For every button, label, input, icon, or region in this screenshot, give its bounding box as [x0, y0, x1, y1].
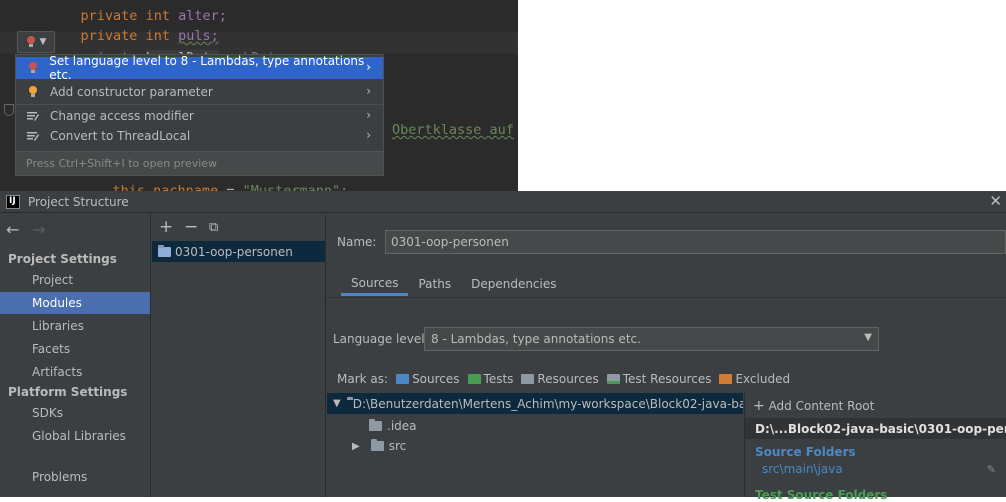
dialog-title: Project Structure: [28, 194, 129, 209]
mark-test-resources-button[interactable]: Test Resources: [606, 372, 711, 386]
language-level-select[interactable]: 8 - Lambdas, type annotations etc. ▼: [424, 327, 879, 351]
chevron-right-icon: ▶: [352, 440, 360, 452]
mark-resources-button[interactable]: Resources: [521, 372, 599, 386]
folder-icon: [370, 439, 384, 451]
sources-folder-icon: [396, 374, 410, 384]
test-source-folders-header: Test Source Folders: [755, 488, 888, 502]
chevron-right-icon: ›: [366, 108, 371, 122]
chevron-right-icon: ›: [366, 60, 371, 74]
folder-icon: [369, 419, 382, 431]
intention-bulb-button[interactable]: ▼: [17, 31, 55, 53]
popup-footer-hint: Press Ctrl+Shift+I to open preview: [16, 151, 383, 175]
module-item[interactable]: 0301-oop-personen: [152, 241, 325, 262]
sidebar-item-facets[interactable]: Facets: [0, 338, 150, 360]
forward-arrow-icon[interactable]: →: [32, 220, 45, 239]
popup-item-convert-threadlocal[interactable]: Convert to ThreadLocal ›: [16, 125, 383, 147]
fold-icon[interactable]: [4, 104, 14, 116]
dialog-titlebar: IJ Project Structure ✕: [0, 191, 1006, 213]
comment-text: Obertklasse auf: [392, 122, 514, 138]
settings-sidebar: ← → Project Settings Project Modules Lib…: [0, 214, 151, 497]
tab-divider: [327, 297, 1006, 298]
mark-tests-button[interactable]: Tests: [467, 372, 513, 386]
mark-excluded-button[interactable]: Excluded: [719, 372, 790, 386]
edit-pencil-icon[interactable]: ✎: [987, 463, 996, 476]
sidebar-item-libraries[interactable]: Libraries: [0, 315, 150, 337]
tree-item-idea[interactable]: .idea: [369, 416, 417, 436]
bulb-red-icon: [16, 61, 49, 75]
popup-item-add-constructor-parameter[interactable]: Add constructor parameter ›: [16, 81, 383, 103]
tab-paths[interactable]: Paths: [408, 272, 461, 296]
name-input[interactable]: [385, 230, 1006, 254]
edit-icon: [16, 131, 50, 141]
source-tree: ▼ D:\Benutzerdaten\Mertens_Achim\my-work…: [327, 393, 743, 497]
source-folder-path: src\main\java: [762, 462, 843, 476]
copy-icon[interactable]: ⧉: [209, 220, 218, 235]
sidebar-item-sdks[interactable]: SDKs: [0, 402, 150, 424]
tree-root-row[interactable]: ▼ D:\Benutzerdaten\Mertens_Achim\my-work…: [327, 393, 743, 414]
popup-item-change-access-modifier[interactable]: Change access modifier ›: [16, 105, 383, 127]
chevron-down-icon: ▼: [39, 37, 47, 47]
module-folder-icon: [158, 244, 171, 257]
source-folders-header: Source Folders: [755, 445, 856, 459]
section-header-platform-settings: Platform Settings: [8, 385, 128, 399]
test-resources-folder-icon: [606, 374, 620, 384]
section-header-project-settings: Project Settings: [8, 252, 117, 266]
tree-item-src[interactable]: ▶ src: [352, 436, 406, 456]
content-root-panel: + Add Content Root D:\...Block02-java-ba…: [744, 393, 1006, 502]
tests-folder-icon: [467, 374, 481, 384]
chevron-down-icon: ▼: [333, 398, 341, 409]
add-content-root-button[interactable]: + Add Content Root: [753, 398, 874, 414]
mark-as-bar: Mark as: Sources Tests Resources Test Re…: [337, 372, 790, 386]
content-root-path: D:\...Block02-java-basic\0301-oop-person…: [745, 418, 1006, 439]
language-level-label: Language level:: [333, 332, 429, 346]
module-settings-pane: Name: Sources Paths Dependencies Languag…: [327, 214, 1006, 502]
mark-sources-button[interactable]: Sources: [396, 372, 460, 386]
chevron-right-icon: ›: [366, 84, 371, 98]
project-structure-dialog: IJ Project Structure ✕ ← → Project Setti…: [0, 191, 1006, 502]
module-tabs: Sources Paths Dependencies: [341, 272, 567, 296]
mark-as-label: Mark as:: [337, 372, 389, 386]
chevron-right-icon: ›: [366, 128, 371, 142]
excluded-folder-icon: [719, 374, 733, 384]
back-arrow-icon[interactable]: ←: [6, 220, 19, 239]
popup-item-set-language-level[interactable]: Set language level to 8 - Lambdas, type …: [16, 54, 383, 82]
chevron-down-icon: ▼: [864, 332, 872, 343]
remove-icon[interactable]: −: [184, 217, 198, 237]
name-label: Name:: [337, 235, 377, 249]
edit-icon: [16, 111, 50, 121]
sidebar-item-project[interactable]: Project: [0, 269, 150, 291]
modules-list-pane: + − ⧉ 0301-oop-personen: [152, 214, 326, 497]
intention-popup: Set language level to 8 - Lambdas, type …: [15, 54, 384, 176]
bulb-yellow-icon: [16, 85, 50, 99]
tab-sources[interactable]: Sources: [341, 272, 409, 296]
add-icon: +: [753, 398, 765, 414]
close-icon[interactable]: ✕: [989, 192, 1002, 210]
bulb-red-icon: [26, 36, 35, 47]
tab-dependencies[interactable]: Dependencies: [461, 272, 566, 296]
sidebar-item-problems[interactable]: Problems: [0, 466, 150, 488]
resources-folder-icon: [521, 374, 535, 384]
sidebar-item-modules[interactable]: Modules: [0, 292, 150, 314]
intellij-logo: IJ: [6, 194, 20, 209]
sidebar-item-global-libraries[interactable]: Global Libraries: [0, 425, 150, 447]
sidebar-item-artifacts[interactable]: Artifacts: [0, 361, 150, 383]
add-icon[interactable]: +: [159, 217, 173, 237]
